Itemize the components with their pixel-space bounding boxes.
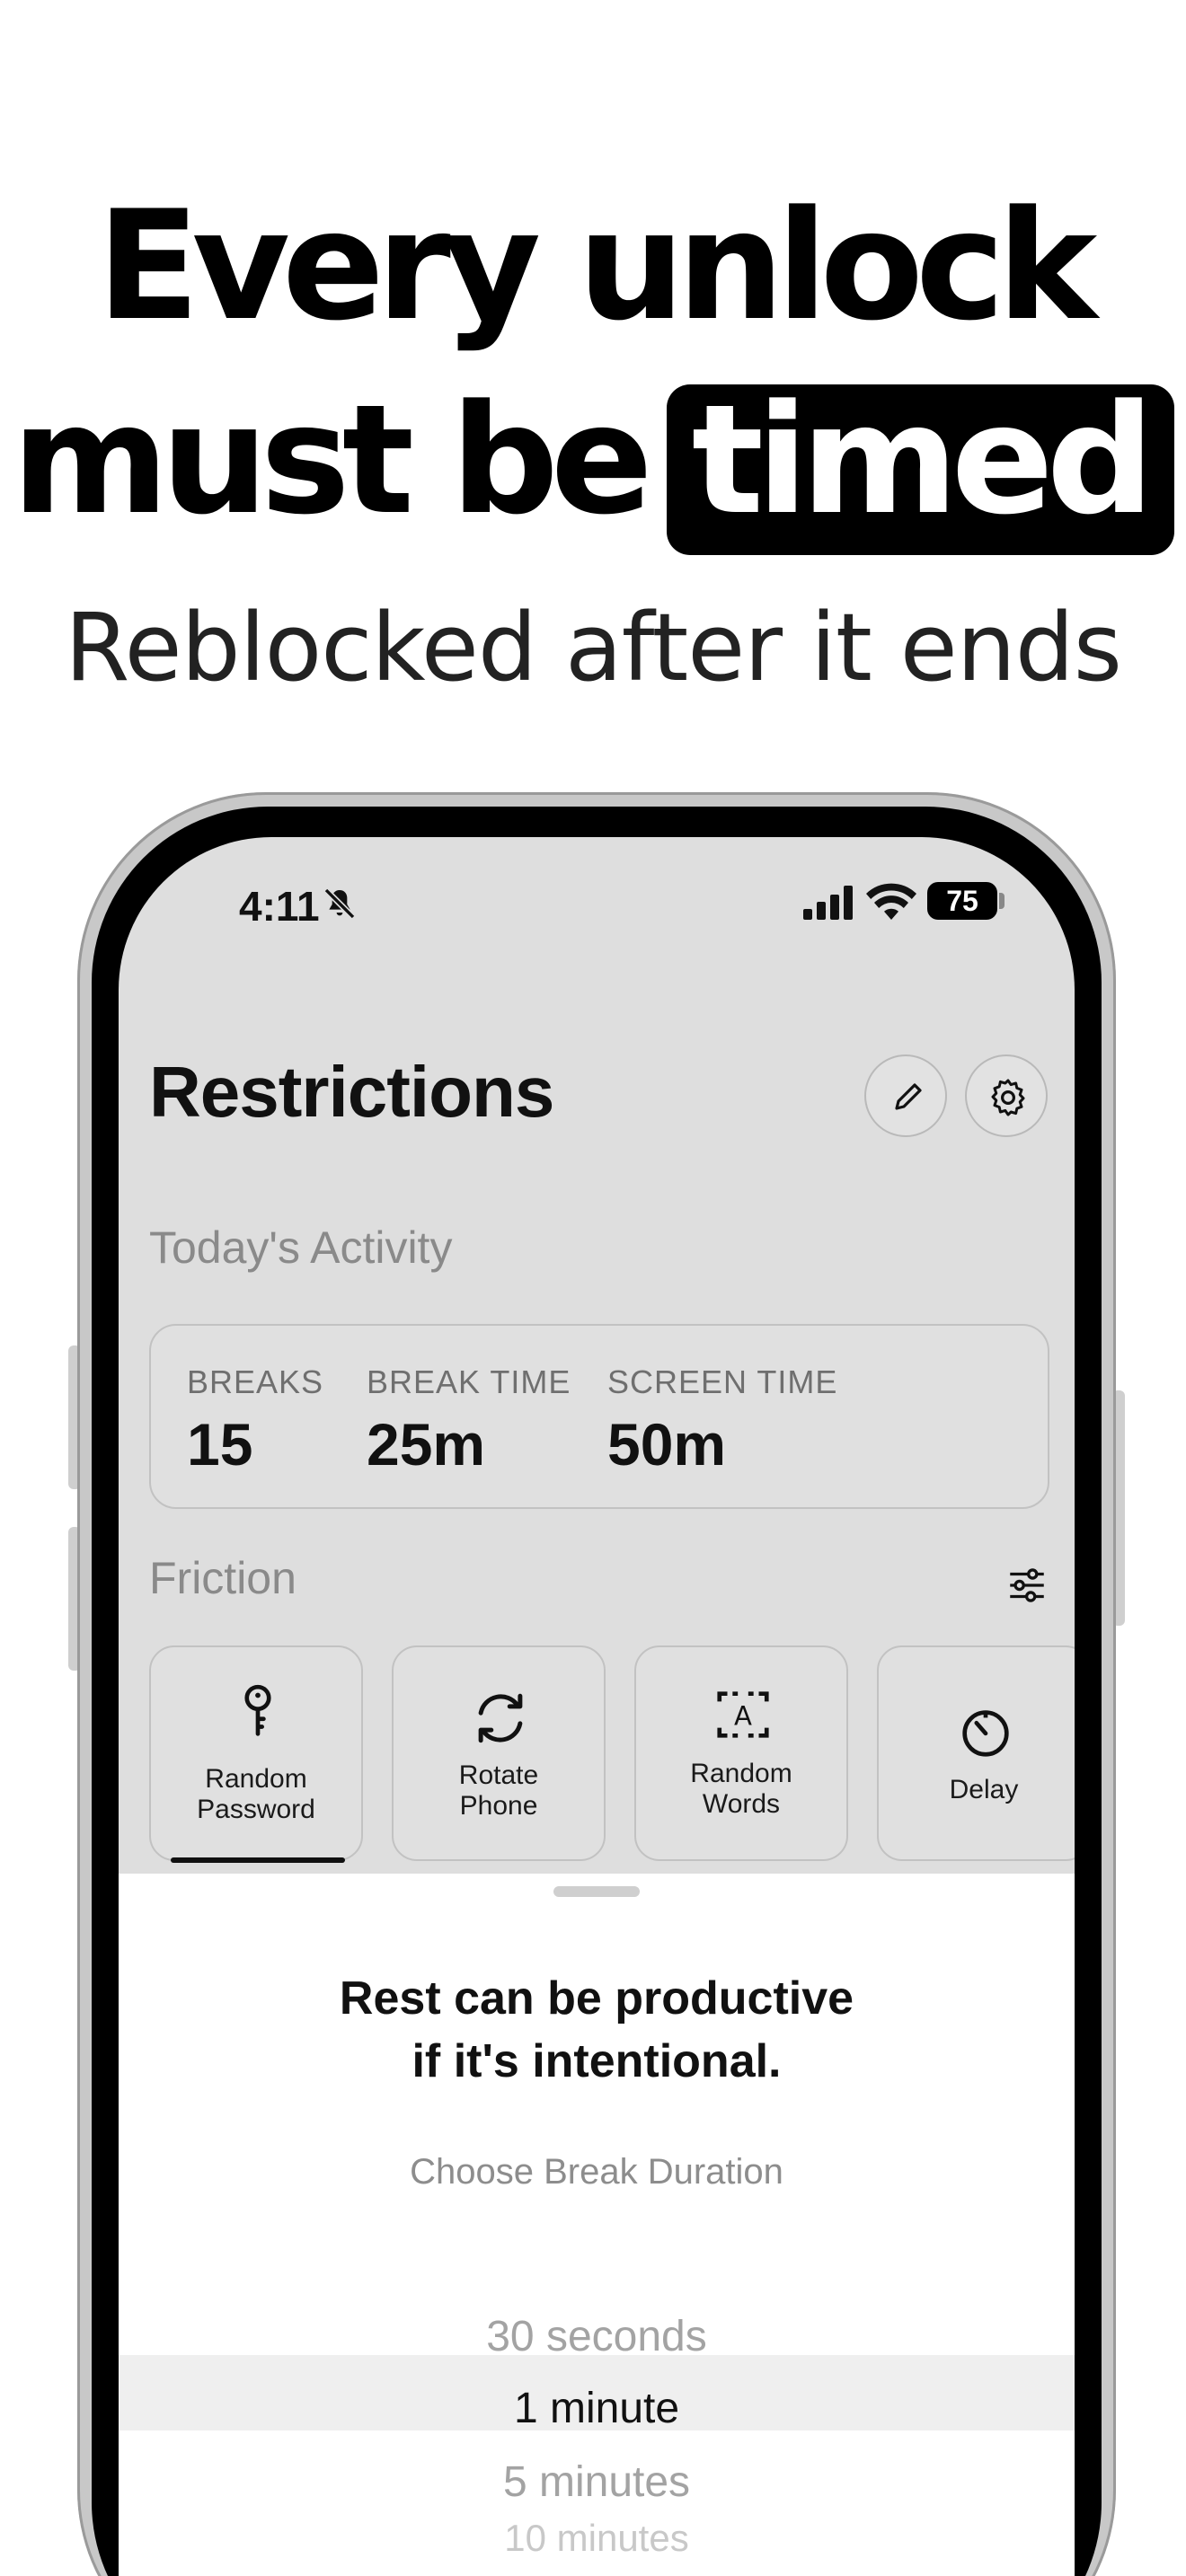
duration-option[interactable]: 10 minutes [119, 2517, 1075, 2560]
settings-button[interactable] [965, 1054, 1048, 1137]
timer-icon [962, 1710, 1009, 1757]
headline-subtitle: Reblocked after it ends [65, 593, 1122, 702]
sheet-grabber[interactable] [553, 1886, 640, 1897]
stat-label: BREAKS [187, 1363, 324, 1400]
friction-option-label: Random Password [151, 1764, 361, 1825]
activity-section-label: Today's Activity [149, 1222, 453, 1273]
friction-option-delay[interactable]: Delay [877, 1645, 1075, 1861]
svg-text:A: A [734, 1701, 752, 1732]
stat-value: 50m [607, 1411, 727, 1478]
label-line-2: Words [702, 1789, 781, 1819]
gear-icon [991, 1079, 1025, 1116]
battery-tip [999, 893, 1005, 909]
headline-prefix: must be [12, 372, 653, 548]
activity-card: BREAKS 15 BREAK TIME 25m SCREEN TIME 50m [149, 1324, 1049, 1509]
phone-screen: 4:11 75 Restrictions Today's Activity BR… [119, 837, 1075, 2576]
status-time: 4:11 [239, 883, 320, 930]
friction-option-label: Delay [949, 1775, 1019, 1804]
stat-value: 15 [187, 1411, 253, 1478]
headline-line-2: must be timed [0, 384, 1186, 555]
text-box-icon: A [717, 1691, 769, 1738]
label-line-2: Password [197, 1795, 315, 1824]
page-title: Restrictions [149, 1052, 554, 1132]
label-line-1: Rotate [458, 1760, 539, 1790]
stat-value: 25m [367, 1411, 486, 1478]
sheet-subtitle: Choose Break Duration [410, 2152, 783, 2192]
headline-highlight: timed [666, 384, 1174, 555]
sheet-title-line-1: Rest can be productive [339, 1972, 854, 2025]
break-duration-sheet: Rest can be productive if it's intention… [119, 1874, 1075, 2576]
friction-option-random-words[interactable]: A Random Words [634, 1645, 848, 1861]
stat-screen-time: SCREEN TIME 50m [607, 1363, 837, 1478]
rotate-icon [478, 1693, 523, 1743]
sliders-icon[interactable] [1005, 1563, 1049, 1608]
label-line-1: Random [690, 1759, 792, 1788]
duration-option-selected[interactable]: 1 minute [119, 2384, 1075, 2433]
sheet-title: Rest can be productive if it's intention… [119, 1967, 1075, 2093]
pencil-icon [895, 1083, 922, 1110]
label-line-2: Phone [459, 1791, 538, 1821]
headline-line-1: Every unlock [96, 178, 1098, 354]
friction-option-random-password[interactable]: Random Password [149, 1645, 363, 1863]
friction-option-label: Random Words [636, 1759, 846, 1820]
key-icon [244, 1684, 271, 1736]
friction-option-rotate-phone[interactable]: Rotate Phone [392, 1645, 606, 1861]
battery-icon: 75 [927, 882, 997, 920]
stat-label: SCREEN TIME [607, 1363, 838, 1400]
edit-button[interactable] [864, 1054, 947, 1137]
wifi-icon [866, 883, 916, 920]
duration-option[interactable]: 30 seconds [119, 2312, 1075, 2361]
stat-breaks: BREAKS 15 [187, 1363, 323, 1478]
selected-indicator [171, 1857, 345, 1863]
sheet-title-line-2: if it's intentional. [412, 2035, 782, 2087]
label-line-1: Random [205, 1764, 307, 1794]
stat-break-time: BREAK TIME 25m [367, 1363, 571, 1478]
stat-label: BREAK TIME [367, 1363, 571, 1400]
signal-icon [803, 886, 853, 920]
friction-option-label: Rotate Phone [394, 1760, 604, 1822]
bell-slash-icon [323, 887, 356, 920]
friction-section-label: Friction [149, 1553, 296, 1603]
duration-option[interactable]: 5 minutes [119, 2457, 1075, 2507]
